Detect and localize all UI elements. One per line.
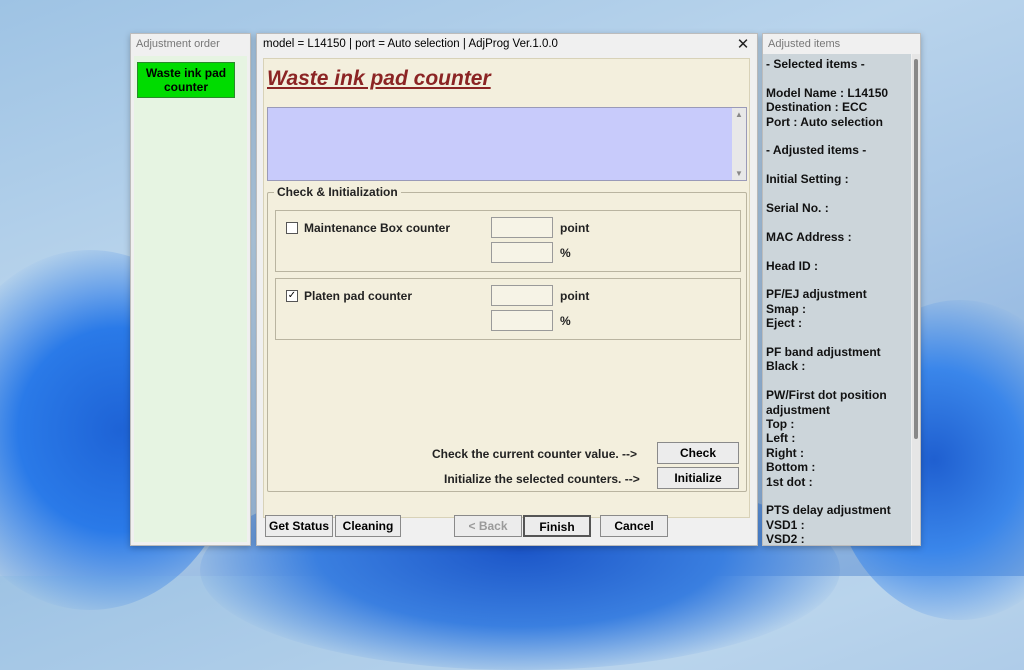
check-init-group: Check & Initialization Maintenance Box c… — [267, 185, 747, 492]
finish-button[interactable]: Finish — [523, 515, 591, 537]
platen-pad-label: Platen pad counter — [304, 289, 413, 303]
adjusted-item-line: VSD1 : — [766, 517, 805, 532]
platen-percent-unit: % — [560, 314, 571, 328]
adjusted-items-title: Adjusted items — [768, 38, 841, 50]
section-label: Check & Initialization — [274, 185, 401, 199]
adjusted-items-list: - Selected items - Model Name : L14150 Des… — [763, 54, 911, 545]
scrollbar-thumb[interactable] — [914, 59, 918, 439]
maintenance-percent-unit: % — [560, 246, 571, 260]
display-scrollbar[interactable]: ▲ ▼ — [732, 108, 746, 180]
adjustment-item-line2: counter — [163, 80, 208, 94]
close-icon[interactable]: ✕ — [735, 35, 751, 53]
scroll-up-icon[interactable]: ▲ — [735, 110, 743, 119]
adjusted-item-line: Model Name : L14150 — [766, 85, 889, 100]
platen-pad-checkbox[interactable]: ✓ — [286, 290, 298, 302]
adjusted-item-line: Port : Auto selection — [766, 114, 883, 129]
adjustment-item-line1: Waste ink pad — [145, 66, 227, 80]
adjustment-order-panel: Adjustment order Waste ink pad counter — [130, 33, 251, 546]
maintenance-percent-field[interactable] — [491, 242, 553, 263]
adjusted-items-panel: Adjusted items - Selected items - Model N… — [762, 33, 921, 546]
content-area: Waste ink pad counter ▲ ▼ Check & Initia… — [263, 58, 750, 518]
check-hint: Check the current counter value. --> — [432, 447, 638, 461]
adjusted-item-line: Head ID : — [766, 258, 819, 273]
adjusted-item-line: Serial No. : — [766, 201, 829, 215]
adjustment-item-waste-ink[interactable]: Waste ink pad counter — [137, 62, 235, 98]
adjustment-order-title: Adjustment order — [136, 38, 220, 50]
get-status-button[interactable]: Get Status — [265, 515, 333, 537]
adjusted-item-line: MAC Address : — [766, 229, 852, 244]
adjusted-item-line: 1st dot : — [766, 474, 813, 489]
platen-pad-group: ✓ Platen pad counter point % — [275, 278, 741, 340]
adjusted-item-line: Eject : — [766, 316, 803, 331]
adjusted-item-line: PW/First dot position — [766, 388, 887, 403]
adjusted-item-line: PF band adjustment — [766, 345, 881, 359]
adjusted-item-line: VSD2 : — [766, 532, 805, 545]
adjusted-item-line: - Selected items - — [766, 57, 865, 71]
maintenance-point-field[interactable] — [491, 217, 553, 238]
adjustment-order-list: Waste ink pad counter — [134, 56, 247, 542]
adjusted-item-line: Right : — [766, 445, 804, 460]
adjusted-item-line: PF/EJ adjustment — [766, 287, 867, 302]
adjusted-item-line: PTS delay adjustment — [766, 503, 891, 518]
platen-point-unit: point — [560, 289, 590, 303]
adjusted-item-line: Destination : ECC — [766, 100, 868, 115]
adjusted-item-line: adjustment — [766, 402, 831, 417]
adjusted-item-line: Smap : — [766, 301, 807, 316]
maintenance-box-group: Maintenance Box counter point % — [275, 210, 741, 272]
adjusted-item-line: Bottom : — [766, 460, 816, 475]
check-button[interactable]: Check — [657, 442, 739, 464]
platen-percent-field[interactable] — [491, 310, 553, 331]
maintenance-box-label: Maintenance Box counter — [304, 221, 451, 235]
adjusted-item-line: Left : — [766, 431, 796, 446]
page-title: Waste ink pad counter — [267, 67, 491, 90]
adjprog-window: model = L14150 | port = Auto selection |… — [256, 33, 758, 546]
adjusted-item-line: - Adjusted items - — [766, 143, 867, 158]
cleaning-button[interactable]: Cleaning — [335, 515, 401, 537]
adjusted-item-line: Initial Setting : — [766, 172, 849, 187]
adjusted-item-line: Top : — [766, 417, 795, 431]
adjusted-item-line: Black : — [766, 359, 806, 374]
window-title: model = L14150 | port = Auto selection |… — [263, 38, 558, 50]
back-button[interactable]: < Back — [454, 515, 522, 537]
cancel-button[interactable]: Cancel — [600, 515, 668, 537]
platen-point-field[interactable] — [491, 285, 553, 306]
maintenance-point-unit: point — [560, 221, 590, 235]
result-display: ▲ ▼ — [267, 107, 747, 181]
scroll-down-icon[interactable]: ▼ — [735, 169, 743, 178]
initialize-button[interactable]: Initialize — [657, 467, 739, 489]
maintenance-box-checkbox[interactable] — [286, 222, 298, 234]
initialize-hint: Initialize the selected counters. --> — [444, 472, 640, 486]
